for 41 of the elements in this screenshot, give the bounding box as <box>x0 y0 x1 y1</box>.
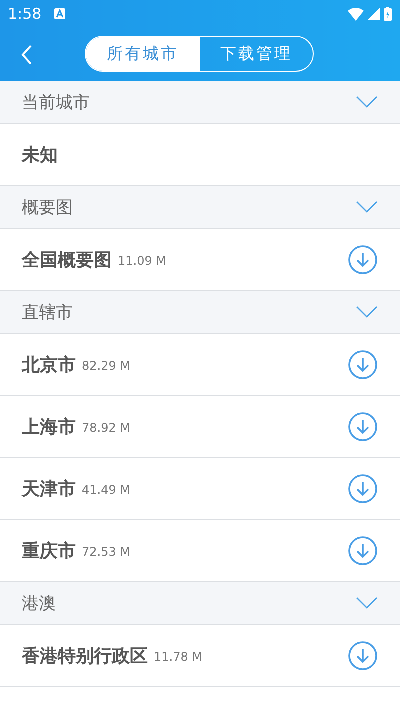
chevron-down-icon[interactable] <box>356 96 378 108</box>
city-row[interactable]: 上海市 78.92 M <box>0 396 400 458</box>
signal-icon <box>368 8 380 20</box>
chevron-down-icon[interactable] <box>356 201 378 213</box>
chevron-down-icon[interactable] <box>356 306 378 318</box>
city-name: 上海市 <box>22 416 76 438</box>
wifi-icon <box>348 8 364 20</box>
chevron-down-icon[interactable] <box>356 597 378 609</box>
download-icon[interactable] <box>348 350 378 380</box>
battery-icon <box>384 7 392 21</box>
city-name: 北京市 <box>22 354 76 376</box>
city-name: 香港特别行政区 <box>22 644 148 668</box>
download-icon[interactable] <box>348 412 378 442</box>
city-row[interactable]: 北京市 82.29 M <box>0 334 400 396</box>
city-row[interactable]: 香港特别行政区 11.78 M <box>0 625 400 687</box>
file-size: 72.53 M <box>82 545 131 559</box>
section-header[interactable]: 港澳 <box>0 582 400 625</box>
section-header[interactable]: 直辖市 <box>0 291 400 334</box>
back-icon[interactable] <box>20 44 34 66</box>
download-icon[interactable] <box>348 640 378 670</box>
notification-icon <box>54 8 66 20</box>
city-name: 重庆市 <box>22 540 76 562</box>
download-icon[interactable] <box>348 244 378 274</box>
section-title: 直辖市 <box>22 302 73 324</box>
download-icon[interactable] <box>348 536 378 566</box>
section-header[interactable]: 概要图 <box>0 186 400 229</box>
file-size: 11.78 M <box>154 650 203 664</box>
download-icon[interactable] <box>348 474 378 504</box>
city-row[interactable]: 天津市 41.49 M <box>0 458 400 520</box>
file-size: 41.49 M <box>82 483 131 497</box>
status-time: 1:58 <box>8 5 42 23</box>
section-header[interactable]: 当前城市 <box>0 81 400 124</box>
section-title: 港澳 <box>22 592 56 614</box>
section-title: 概要图 <box>22 196 73 218</box>
city-name: 未知 <box>22 144 58 166</box>
file-size: 11.09 M <box>118 254 167 268</box>
city-name: 天津市 <box>22 478 76 500</box>
file-size: 82.29 M <box>82 359 131 373</box>
file-size: 78.92 M <box>82 421 131 435</box>
city-name: 全国概要图 <box>22 248 112 272</box>
section-title: 当前城市 <box>22 92 90 114</box>
